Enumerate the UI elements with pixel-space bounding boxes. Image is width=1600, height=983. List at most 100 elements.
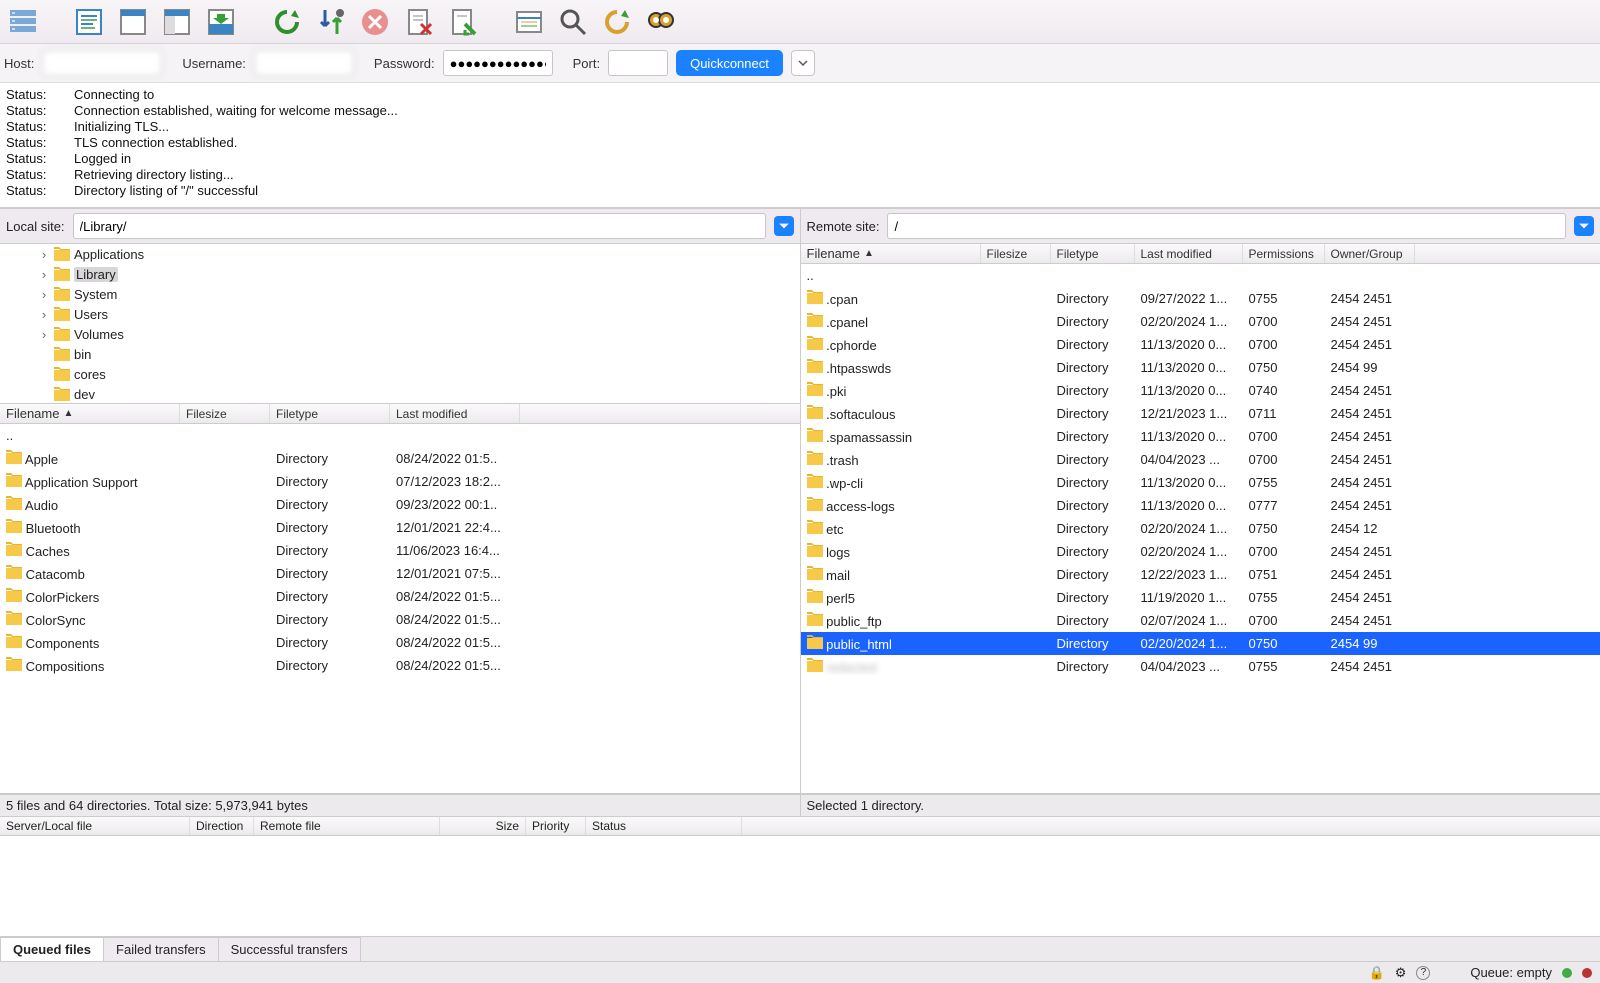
log-line: Status:TLS connection established. (6, 135, 1594, 151)
queue-col-remote[interactable]: Remote file (254, 817, 440, 835)
list-item[interactable]: redacted Directory 04/04/2023 ... 0755 2… (801, 655, 1600, 678)
list-item[interactable]: public_ftp Directory 02/07/2024 1... 070… (801, 609, 1600, 632)
queue-col-priority[interactable]: Priority (526, 817, 586, 835)
list-item[interactable]: logs Directory 02/20/2024 1... 0700 2454… (801, 540, 1600, 563)
tree-item[interactable]: ›Library (0, 264, 800, 284)
list-item[interactable]: .. (801, 264, 1600, 287)
remote-col-modified[interactable]: Last modified (1135, 244, 1243, 263)
remote-site-label: Remote site: (807, 219, 880, 234)
tree-item[interactable]: ›Applications (0, 244, 800, 264)
list-item[interactable]: .cpanel Directory 02/20/2024 1... 0700 2… (801, 310, 1600, 333)
local-tree[interactable]: ›Applications ›Library ›System ›Users ›V… (0, 244, 800, 404)
remote-path-input[interactable] (887, 213, 1566, 239)
list-item[interactable]: Bluetooth Directory 12/01/2021 22:4... (0, 516, 800, 539)
local-path-input[interactable] (73, 213, 766, 239)
queue-col-server[interactable]: Server/Local file (0, 817, 190, 835)
list-item[interactable]: .. (0, 424, 800, 447)
search-icon[interactable] (554, 3, 592, 41)
list-item[interactable]: .cphorde Directory 11/13/2020 0... 0700 … (801, 333, 1600, 356)
toggle-local-tree-icon[interactable] (114, 3, 152, 41)
refresh-icon[interactable] (268, 3, 306, 41)
local-status: 5 files and 64 directories. Total size: … (0, 794, 800, 816)
find-icon[interactable] (642, 3, 680, 41)
log-line: Status:Connection established, waiting f… (6, 103, 1594, 119)
settings-icon[interactable]: ⚙ (1395, 965, 1407, 981)
local-pane: ›Applications ›Library ›System ›Users ›V… (0, 244, 801, 816)
lock-icon[interactable]: 🔒 (1369, 965, 1385, 981)
local-site-label: Local site: (6, 219, 65, 234)
remote-col-owner[interactable]: Owner/Group (1325, 244, 1415, 263)
list-item[interactable]: .trash Directory 04/04/2023 ... 0700 245… (801, 448, 1600, 471)
list-item[interactable]: public_html Directory 02/20/2024 1... 07… (801, 632, 1600, 655)
host-input[interactable] (42, 50, 162, 76)
disconnect-icon[interactable] (400, 3, 438, 41)
quickconnect-button[interactable]: Quickconnect (676, 50, 783, 76)
help-icon[interactable]: ? (1416, 966, 1430, 980)
list-item[interactable]: Compositions Directory 08/24/2022 01:5..… (0, 654, 800, 677)
remote-pane: Filename ▲ Filesize Filetype Last modifi… (801, 244, 1600, 816)
remote-col-permissions[interactable]: Permissions (1243, 244, 1325, 263)
list-item[interactable]: .cpan Directory 09/27/2022 1... 0755 245… (801, 287, 1600, 310)
list-item[interactable]: Caches Directory 11/06/2023 16:4... (0, 539, 800, 562)
queue-col-direction[interactable]: Direction (190, 817, 254, 835)
list-item[interactable]: .softaculous Directory 12/21/2023 1... 0… (801, 402, 1600, 425)
toggle-queue-icon[interactable] (202, 3, 240, 41)
tab-successful[interactable]: Successful transfers (218, 937, 361, 961)
list-item[interactable]: .wp-cli Directory 11/13/2020 0... 0755 2… (801, 471, 1600, 494)
host-label: Host: (4, 56, 34, 71)
toggle-log-icon[interactable] (70, 3, 108, 41)
list-item[interactable]: Components Directory 08/24/2022 01:5... (0, 631, 800, 654)
quickconnect-history-dropdown[interactable] (791, 50, 815, 76)
site-manager-icon[interactable] (4, 3, 42, 41)
remote-file-list[interactable]: Filename ▲ Filesize Filetype Last modifi… (801, 244, 1600, 794)
list-item[interactable]: ColorSync Directory 08/24/2022 01:5... (0, 608, 800, 631)
tree-item[interactable]: ›Volumes (0, 324, 800, 344)
toggle-remote-tree-icon[interactable] (158, 3, 196, 41)
tab-failed[interactable]: Failed transfers (103, 937, 219, 961)
password-input[interactable] (443, 50, 553, 76)
remote-col-filename[interactable]: Filename ▲ (801, 244, 981, 263)
local-site-bar: Local site: (0, 209, 801, 244)
local-file-list[interactable]: Filename ▲ Filesize Filetype Last modifi… (0, 404, 800, 794)
list-item[interactable]: .htpasswds Directory 11/13/2020 0... 075… (801, 356, 1600, 379)
local-path-dropdown[interactable] (774, 216, 794, 236)
username-input[interactable] (254, 50, 354, 76)
local-col-filesize[interactable]: Filesize (180, 404, 270, 423)
username-label: Username: (182, 56, 246, 71)
tree-item[interactable]: ›Users (0, 304, 800, 324)
local-col-filetype[interactable]: Filetype (270, 404, 390, 423)
remote-status: Selected 1 directory. (801, 794, 1600, 816)
list-item[interactable]: perl5 Directory 11/19/2020 1... 0755 245… (801, 586, 1600, 609)
compare-icon[interactable] (598, 3, 636, 41)
list-item[interactable]: Application Support Directory 07/12/2023… (0, 470, 800, 493)
queue-status-label: Queue: empty (1470, 965, 1552, 980)
cancel-icon[interactable] (356, 3, 394, 41)
remote-path-dropdown[interactable] (1574, 216, 1594, 236)
list-item[interactable]: ColorPickers Directory 08/24/2022 01:5..… (0, 585, 800, 608)
remote-col-filesize[interactable]: Filesize (981, 244, 1051, 263)
port-input[interactable] (608, 50, 668, 76)
local-col-modified[interactable]: Last modified (390, 404, 520, 423)
list-item[interactable]: mail Directory 12/22/2023 1... 0751 2454… (801, 563, 1600, 586)
log-line: Status:Initializing TLS... (6, 119, 1594, 135)
tab-queued[interactable]: Queued files (0, 937, 104, 961)
reconnect-icon[interactable] (444, 3, 482, 41)
tree-item[interactable]: ›System (0, 284, 800, 304)
remote-col-filetype[interactable]: Filetype (1051, 244, 1135, 263)
list-item[interactable]: .spamassassin Directory 11/13/2020 0... … (801, 425, 1600, 448)
list-item[interactable]: Catacomb Directory 12/01/2021 07:5... (0, 562, 800, 585)
list-item[interactable]: Audio Directory 09/23/2022 00:1.. (0, 493, 800, 516)
local-col-filename[interactable]: Filename ▲ (0, 404, 180, 423)
tree-item[interactable]: dev (0, 384, 800, 404)
list-item[interactable]: .pki Directory 11/13/2020 0... 0740 2454… (801, 379, 1600, 402)
list-item[interactable]: access-logs Directory 11/13/2020 0... 07… (801, 494, 1600, 517)
filter-icon[interactable] (510, 3, 548, 41)
tree-item[interactable]: bin (0, 344, 800, 364)
list-item[interactable]: Apple Directory 08/24/2022 01:5.. (0, 447, 800, 470)
port-label: Port: (573, 56, 600, 71)
list-item[interactable]: etc Directory 02/20/2024 1... 0750 2454 … (801, 517, 1600, 540)
process-queue-icon[interactable] (312, 3, 350, 41)
queue-col-status[interactable]: Status (586, 817, 742, 835)
queue-col-size[interactable]: Size (440, 817, 526, 835)
tree-item[interactable]: cores (0, 364, 800, 384)
